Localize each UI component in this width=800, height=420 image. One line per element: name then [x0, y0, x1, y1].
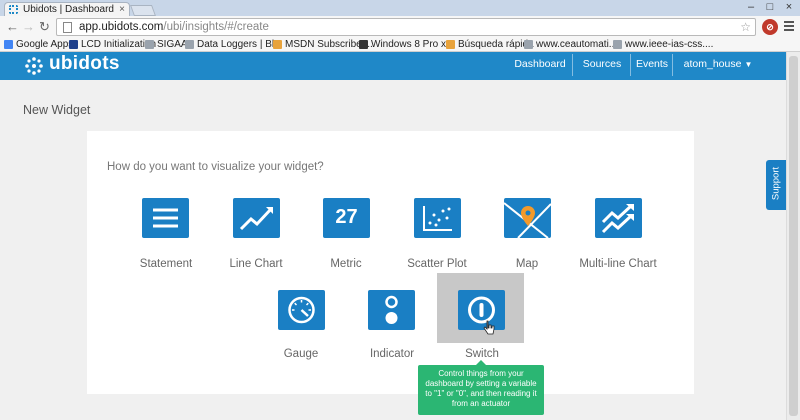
url-path: /ubi/insights/#/create: [163, 21, 269, 33]
hand-pointer-icon: [483, 320, 495, 335]
browser-tab[interactable]: Ubidots | Dashboard ×: [4, 2, 130, 17]
ubidots-logo-icon[interactable]: [24, 56, 44, 76]
nav-events[interactable]: Events: [634, 52, 670, 80]
close-window-icon[interactable]: ×: [780, 0, 798, 14]
widget-label-multi-line-chart[interactable]: Multi-line Chart: [563, 258, 673, 270]
user-name: atom_house: [683, 58, 742, 70]
minimize-icon[interactable]: –: [742, 0, 760, 14]
scrollbar-thumb[interactable]: [789, 56, 798, 416]
page-scrollbar[interactable]: [786, 52, 800, 420]
page-title: New Widget: [23, 103, 91, 117]
app-header: ubidots Dashboard Sources Events atom_ho…: [0, 52, 786, 80]
statement-icon[interactable]: [142, 198, 189, 238]
tab-title: Ubidots | Dashboard: [23, 4, 114, 15]
caret-down-icon: ▼: [744, 60, 753, 69]
forward-icon[interactable]: →: [22, 19, 35, 35]
browser-tab-strip: Ubidots | Dashboard × – □ ×: [0, 0, 800, 17]
reload-icon[interactable]: ↻: [39, 19, 50, 35]
gauge-icon[interactable]: [278, 290, 325, 330]
extension-icon[interactable]: ⊘: [762, 19, 778, 35]
widget-prompt: How do you want to visualize your widget…: [107, 161, 324, 173]
multi-line-chart-icon[interactable]: [595, 198, 642, 238]
map-icon[interactable]: [504, 198, 551, 238]
indicator-icon[interactable]: [368, 290, 415, 330]
widget-label-switch[interactable]: Switch: [427, 348, 537, 360]
ubidots-favicon-icon: [9, 5, 18, 14]
support-tab[interactable]: Support: [766, 160, 786, 210]
bookmarks-bar: Google Apps LCD Initialization SIGAA Dat…: [0, 38, 800, 52]
nav-dashboard[interactable]: Dashboard: [512, 52, 568, 80]
new-tab-button[interactable]: [129, 5, 157, 16]
nav-divider: [630, 54, 631, 76]
browser-toolbar: ← → ↻ app.ubidots.com/ubi/insights/#/cre…: [0, 16, 800, 38]
metric-value: 27: [335, 206, 358, 228]
bookmark-item[interactable]: Búsqueda rápida: [446, 38, 534, 51]
back-icon[interactable]: ←: [6, 19, 19, 35]
user-menu[interactable]: atom_house ▼: [678, 52, 758, 80]
bookmark-item[interactable]: MSDN Subscriber...: [273, 38, 373, 51]
nav-sources[interactable]: Sources: [578, 52, 626, 80]
ubidots-logo-text[interactable]: ubidots: [49, 53, 120, 75]
bookmark-item[interactable]: LCD Initialization: [69, 38, 156, 51]
browser-menu-icon[interactable]: [784, 21, 794, 33]
maximize-icon[interactable]: □: [761, 0, 779, 14]
line-chart-icon[interactable]: [233, 198, 280, 238]
bookmark-star-icon[interactable]: ☆: [740, 19, 751, 35]
support-label: Support: [770, 166, 782, 201]
bookmark-item[interactable]: www.ieee-ias-css....: [613, 38, 713, 51]
nav-divider: [572, 54, 573, 76]
url-host: app.ubidots.com: [79, 21, 164, 33]
address-bar[interactable]: app.ubidots.com/ubi/insights/#/create ☆: [56, 18, 756, 36]
bookmark-item[interactable]: www.ceautomati...: [524, 38, 617, 51]
scatter-plot-icon[interactable]: [414, 198, 461, 238]
bookmark-item[interactable]: Google Apps: [4, 38, 73, 51]
metric-icon[interactable]: 27: [323, 198, 370, 238]
bookmark-item[interactable]: SIGAA: [145, 38, 188, 51]
page-icon: [63, 22, 72, 33]
nav-divider: [672, 54, 673, 76]
switch-icon[interactable]: [458, 290, 505, 330]
switch-tooltip: Control things from your dashboard by se…: [418, 360, 544, 415]
close-tab-icon[interactable]: ×: [119, 3, 125, 16]
bookmark-item[interactable]: Windows 8 Pro x...: [359, 38, 454, 51]
bookmark-item[interactable]: Data Loggers | Bl...: [185, 38, 282, 51]
